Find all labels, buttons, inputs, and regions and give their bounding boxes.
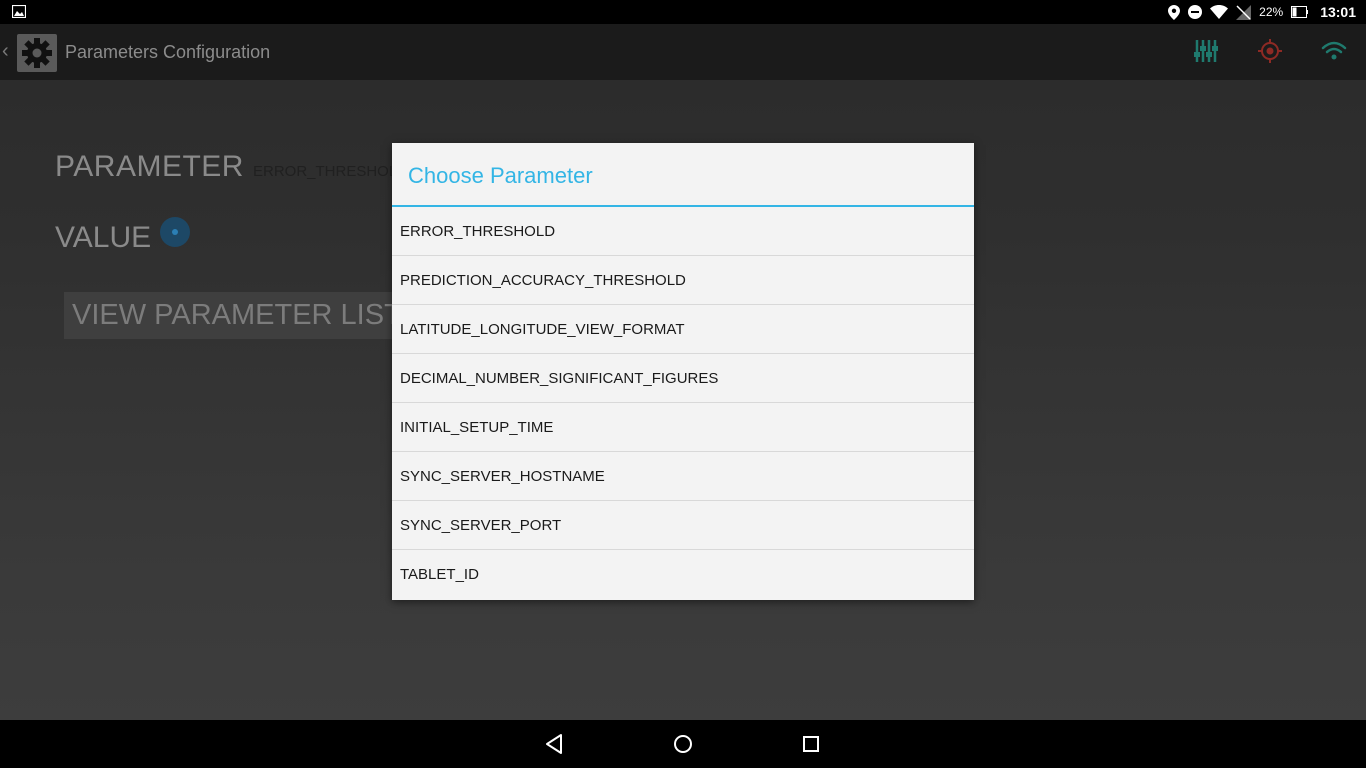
action-bar: ‹ Parameters Configuration [0, 24, 1366, 80]
list-item-initial-setup-time[interactable]: INITIAL_SETUP_TIME [392, 403, 974, 452]
back-chevron-icon[interactable]: ‹ [2, 40, 9, 63]
list-item-error-threshold[interactable]: ERROR_THRESHOLD [392, 207, 974, 256]
location-icon [1168, 4, 1181, 20]
no-signal-icon [1236, 4, 1252, 20]
list-item-sync-server-hostname[interactable]: SYNC_SERVER_HOSTNAME [392, 452, 974, 501]
parameter-value[interactable]: ERROR_THRESHOL [253, 163, 397, 180]
parameter-label: PARAMETER [55, 150, 244, 183]
sliders-icon[interactable] [1193, 38, 1219, 64]
back-icon[interactable] [543, 732, 567, 756]
page-title: Parameters Configuration [65, 42, 271, 62]
wifi-signal-icon [1210, 5, 1229, 19]
settings-app-icon[interactable] [17, 34, 57, 72]
choose-parameter-dialog: Choose Parameter ERROR_THRESHOLD PREDICT… [392, 143, 974, 600]
view-parameter-list-button[interactable]: VIEW PARAMETER LIST [64, 292, 404, 339]
clock: 13:01 [1320, 4, 1356, 20]
recents-icon[interactable] [799, 732, 823, 756]
value-indicator[interactable] [160, 217, 190, 247]
target-icon[interactable] [1257, 38, 1283, 64]
status-bar: 22% 13:01 [0, 0, 1366, 24]
do-not-disturb-icon [1188, 5, 1203, 19]
dialog-title: Choose Parameter [392, 143, 974, 207]
wifi-icon[interactable] [1321, 38, 1347, 64]
list-item-latitude-longitude-view-format[interactable]: LATITUDE_LONGITUDE_VIEW_FORMAT [392, 305, 974, 354]
home-icon[interactable] [671, 732, 695, 756]
list-item-tablet-id[interactable]: TABLET_ID [392, 550, 974, 599]
list-item-prediction-accuracy-threshold[interactable]: PREDICTION_ACCURACY_THRESHOLD [392, 256, 974, 305]
battery-icon [1291, 6, 1309, 18]
value-label: VALUE [55, 221, 152, 254]
gear-icon [22, 38, 52, 68]
list-item-decimal-number-significant-figures[interactable]: DECIMAL_NUMBER_SIGNIFICANT_FIGURES [392, 354, 974, 403]
image-notification-icon [12, 5, 26, 18]
battery-percent: 22% [1259, 5, 1284, 19]
parameter-list: ERROR_THRESHOLD PREDICTION_ACCURACY_THRE… [392, 207, 974, 599]
navigation-bar [0, 720, 1366, 768]
list-item-sync-server-port[interactable]: SYNC_SERVER_PORT [392, 501, 974, 550]
